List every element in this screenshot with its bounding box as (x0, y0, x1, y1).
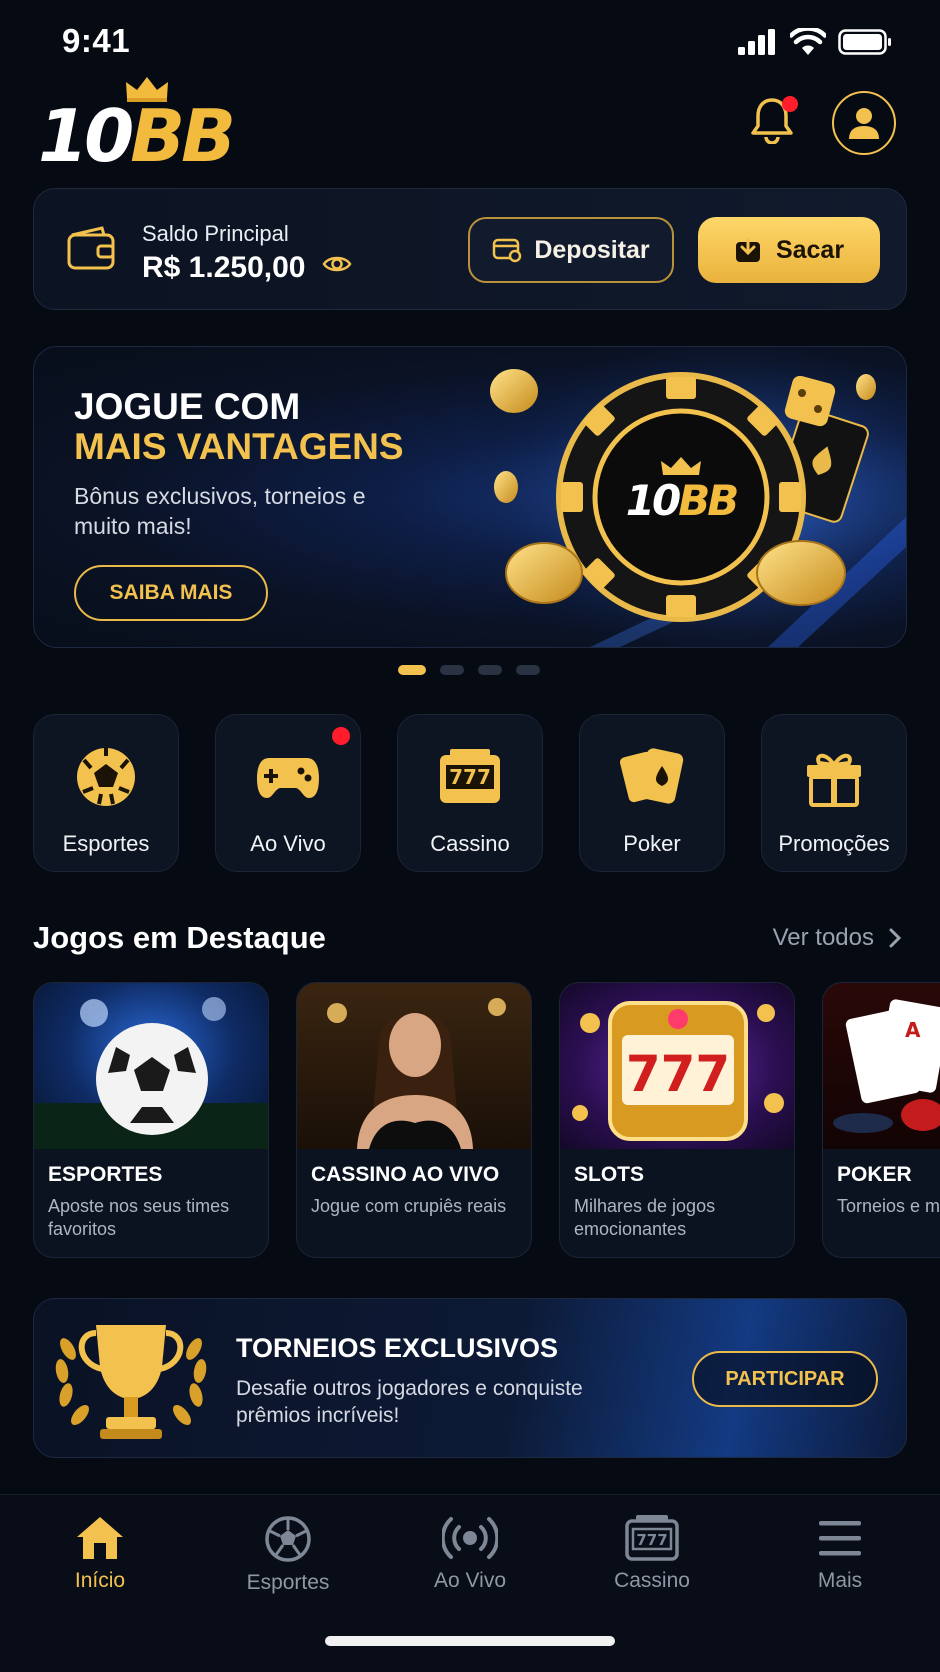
live-dealer-image (297, 983, 531, 1149)
game-title: CASSINO AO VIVO (311, 1163, 500, 1186)
nav-item-cassino[interactable]: 777 Cassino (582, 1515, 722, 1593)
svg-text:777: 777 (626, 1045, 730, 1103)
app-header: 10BB (0, 76, 940, 180)
nav-item-mais[interactable]: Mais (770, 1515, 910, 1593)
withdraw-button[interactable]: Sacar (698, 217, 880, 283)
category-label: Ao Vivo (250, 831, 326, 856)
live-badge (332, 727, 350, 745)
carousel-dot[interactable] (516, 665, 540, 675)
slot-777-icon: 777 (440, 749, 500, 803)
brand-logo[interactable]: 10BB (38, 76, 236, 178)
nav-item-ao-vivo[interactable]: Ao Vivo (400, 1515, 540, 1593)
game-title: POKER (837, 1163, 912, 1186)
card-deposit-icon (493, 238, 522, 263)
cellular-signal-icon (738, 29, 775, 55)
poker-cards-image: A (823, 983, 940, 1149)
balance-label: Saldo Principal (142, 221, 289, 246)
game-title: SLOTS (574, 1163, 645, 1186)
carousel-dot[interactable] (478, 665, 502, 675)
nav-label: Ao Vivo (434, 1569, 506, 1592)
slot-777-icon: 777 (625, 1515, 679, 1561)
section-title: Jogos em Destaque (33, 920, 326, 955)
gamepad-icon (257, 758, 319, 798)
game-description: Torneios e mesas (837, 1196, 940, 1216)
stadium-image (34, 983, 268, 1149)
slot-machine-image: 777 (560, 983, 794, 1149)
featured-games-carousel[interactable]: ESPORTES Aposte nos seus times favoritos… (33, 982, 940, 1258)
category-label: Esportes (62, 831, 150, 856)
game-card-slots[interactable]: 777 SLOTS Milhares de jogos emocionantes (559, 982, 795, 1258)
chevron-right-icon (889, 928, 902, 948)
notifications-button[interactable] (750, 96, 798, 148)
carousel-dot[interactable] (440, 665, 464, 675)
balance-amount: R$ 1.250,00 (142, 251, 306, 284)
soccer-ball-icon (265, 1516, 311, 1562)
game-card-esportes[interactable]: ESPORTES Aposte nos seus times favoritos (33, 982, 269, 1258)
see-all-link[interactable]: Ver todos (773, 924, 902, 952)
nav-item-esportes[interactable]: Esportes (218, 1515, 358, 1595)
tournaments-description: Desafie outros jogadores e conquiste prê… (236, 1377, 583, 1427)
notification-badge (782, 96, 798, 112)
promo-banner[interactable]: JOGUE COM MAIS VANTAGENS Bônus exclusivo… (33, 346, 907, 648)
profile-button[interactable] (832, 91, 896, 155)
menu-icon (819, 1521, 861, 1556)
deposit-button[interactable]: Depositar (468, 217, 674, 283)
game-title: ESPORTES (48, 1163, 163, 1186)
see-all-label: Ver todos (772, 924, 874, 951)
trophy-icon (55, 1325, 207, 1439)
wallet-icon (67, 226, 115, 270)
deposit-label: Depositar (534, 235, 650, 264)
home-icon (77, 1517, 123, 1559)
game-description: Jogue com crupiês reais (311, 1196, 507, 1216)
category-label: Poker (623, 831, 681, 856)
participate-button[interactable]: PARTICIPAR (692, 1351, 878, 1407)
carousel-indicator[interactable] (398, 665, 540, 675)
live-broadcast-icon (442, 1517, 498, 1559)
nav-label: Esportes (246, 1571, 330, 1594)
game-description: Milhares de jogos emocionantes (574, 1196, 716, 1239)
category-label: Promoções (778, 831, 890, 856)
eye-icon[interactable] (322, 253, 352, 275)
category-shortcuts: Esportes Ao Vivo 777 Cassino Poker Promo… (33, 714, 907, 872)
tournaments-banner[interactable]: TORNEIOS EXCLUSIVOS Desafie outros jogad… (33, 1298, 907, 1458)
nav-label: Cassino (614, 1569, 690, 1592)
status-icons (738, 28, 892, 56)
tournaments-title: TORNEIOS EXCLUSIVOS (236, 1333, 559, 1363)
nav-item-inicio[interactable]: Início (30, 1515, 170, 1593)
withdraw-label: Sacar (775, 235, 845, 264)
battery-icon (838, 29, 891, 55)
game-description: Aposte nos seus times favoritos (48, 1196, 230, 1239)
svg-text:777: 777 (449, 765, 491, 789)
svg-text:10BB: 10BB (626, 476, 737, 525)
game-card-poker[interactable]: A POKER Torneios e mesas (822, 982, 940, 1258)
wifi-icon (790, 28, 826, 55)
user-icon (849, 108, 879, 139)
withdraw-icon (735, 237, 760, 262)
balance-card: Saldo Principal R$ 1.250,00 Depositar Sa… (33, 188, 907, 310)
status-time: 9:41 (62, 22, 131, 59)
home-indicator[interactable] (325, 1636, 615, 1646)
category-ao-vivo[interactable]: Ao Vivo (215, 714, 361, 872)
category-esportes[interactable]: Esportes (33, 714, 179, 872)
status-bar: 9:41 (0, 0, 940, 86)
nav-label: Mais (817, 1569, 863, 1592)
carousel-dot[interactable] (398, 665, 426, 675)
casino-chip-illustration: 10BB (466, 347, 906, 647)
category-label: Cassino (430, 831, 510, 856)
svg-text:777: 777 (636, 1531, 667, 1549)
banner-title: JOGUE COM MAIS VANTAGENS (74, 386, 404, 467)
nav-label: Início (74, 1569, 126, 1592)
learn-more-button[interactable]: SAIBA MAIS (74, 565, 268, 621)
playing-cards-icon (620, 748, 684, 804)
category-cassino[interactable]: 777 Cassino (397, 714, 543, 872)
svg-text:A: A (905, 1018, 921, 1042)
banner-subtitle: Bônus exclusivos, torneios e muito mais! (74, 483, 366, 539)
gift-icon (807, 753, 861, 807)
logo-text: 10BB (38, 94, 236, 178)
category-promocoes[interactable]: Promoções (761, 714, 907, 872)
category-poker[interactable]: Poker (579, 714, 725, 872)
soccer-ball-icon (77, 748, 135, 806)
game-card-cassino-ao-vivo[interactable]: CASSINO AO VIVO Jogue com crupiês reais (296, 982, 532, 1258)
